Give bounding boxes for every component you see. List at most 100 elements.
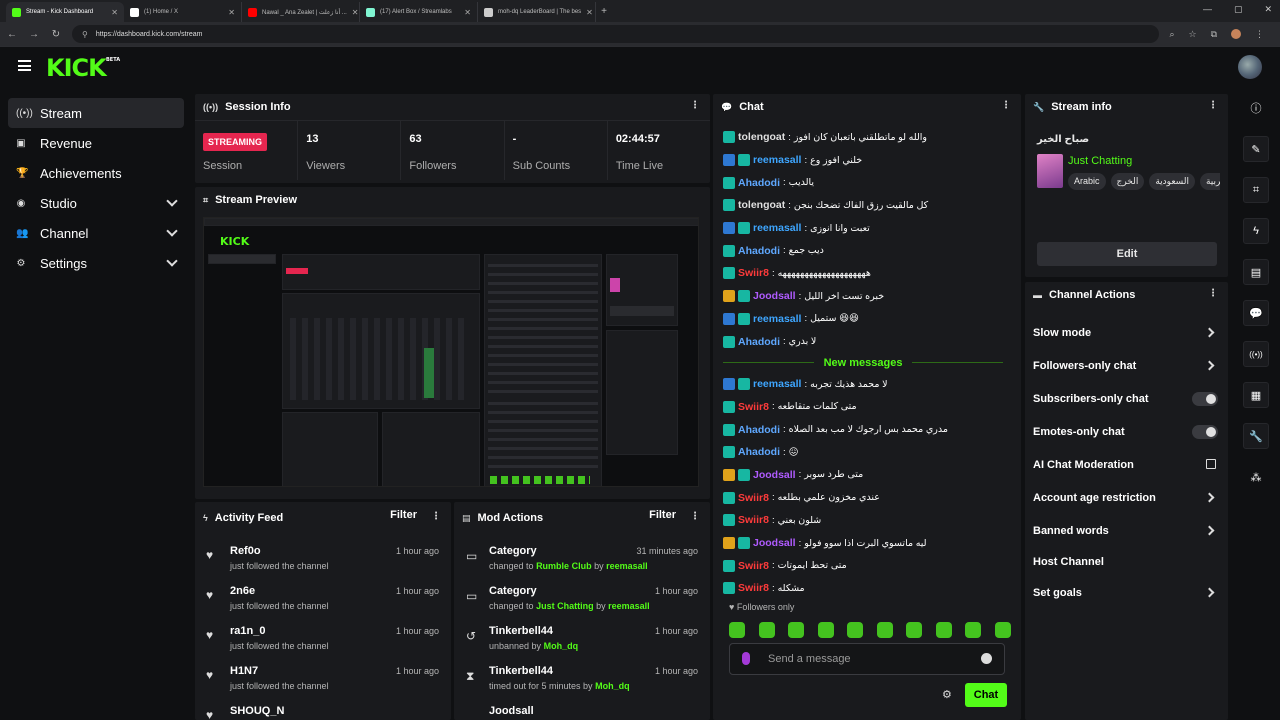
sidebar-item-channel[interactable]: 👥 Channel	[8, 218, 184, 248]
sidebar-item-achievements[interactable]: 🏆 Achievements	[8, 158, 184, 188]
emote-icon[interactable]	[994, 622, 1011, 638]
stream-tag[interactable]: الخرج	[1110, 173, 1145, 190]
emote-icon[interactable]	[906, 622, 922, 638]
sidebar-item-revenue[interactable]: ▣ Revenue	[8, 128, 184, 158]
chat-username[interactable]: tolengoat	[738, 199, 785, 211]
extensions-icon[interactable]: ⧉	[1211, 29, 1217, 40]
channel-action-followers-only-chat[interactable]: Followers-only chat	[1025, 349, 1228, 382]
chat-bubble-icon[interactable]: 💬	[1243, 300, 1269, 326]
chat-username[interactable]: Ahadodi	[738, 424, 780, 436]
lightning-icon[interactable]: ϟ	[1243, 218, 1269, 244]
more-options-icon[interactable]: ⋮	[1001, 101, 1011, 111]
kick-logo[interactable]: KICK BETA	[46, 54, 120, 82]
chat-username[interactable]: Swiir8	[738, 514, 769, 526]
browser-menu-icon[interactable]: ⋮	[1255, 29, 1264, 40]
more-options-icon[interactable]: ⋮	[690, 101, 700, 111]
chat-input[interactable]: Send a message	[729, 643, 1005, 675]
chevron-down-icon[interactable]	[166, 255, 178, 267]
channel-action-emotes-only-chat[interactable]: Emotes-only chat	[1025, 415, 1228, 448]
chat-username[interactable]: Joodsall	[753, 469, 796, 481]
more-options-icon[interactable]: ⋮	[690, 512, 700, 522]
chat-username[interactable]: Ahadodi	[738, 446, 780, 458]
channel-action-set-goals[interactable]: Set goals	[1025, 576, 1228, 609]
browser-tab[interactable]: Nawal _ Ana Zealet | أنا زعلت ... ✕	[242, 2, 360, 22]
chat-settings-icon[interactable]: ⚙	[942, 688, 952, 701]
wrench-icon[interactable]: 🔧	[1243, 423, 1269, 449]
emote-icon[interactable]	[788, 622, 804, 638]
mod-action-moderator[interactable]: reemasall	[608, 601, 650, 611]
channel-action-host-channel[interactable]: Host Channel	[1025, 547, 1228, 576]
browser-tab[interactable]: (17) Alert Box / Streamlabs ✕	[360, 2, 478, 22]
emote-icon[interactable]	[729, 622, 745, 638]
emote-icon[interactable]	[876, 622, 893, 638]
info-icon[interactable]: ⓘ	[1243, 95, 1269, 121]
chat-username[interactable]: tolengoat	[738, 131, 785, 143]
reload-icon[interactable]: ↻	[50, 29, 62, 40]
forward-icon[interactable]: →	[28, 29, 40, 40]
user-avatar[interactable]	[1238, 55, 1262, 79]
pencil-icon[interactable]: ✎	[1243, 136, 1269, 162]
activity-filter-button[interactable]: Filter	[390, 509, 417, 521]
channel-action-account-age-restriction[interactable]: Account age restriction	[1025, 481, 1228, 514]
mod-action-moderator[interactable]: Moh_dq	[595, 681, 630, 691]
more-options-icon[interactable]: ⋮	[1208, 101, 1218, 111]
chat-username[interactable]: Ahadodi	[738, 177, 780, 189]
layout-icon[interactable]: ▦	[1243, 382, 1269, 408]
emoji-icon[interactable]	[981, 653, 992, 664]
close-tab-icon[interactable]: ✕	[111, 8, 118, 17]
mod-filter-button[interactable]: Filter	[649, 509, 676, 521]
stream-tag[interactable]: Arabic	[1068, 173, 1106, 190]
category-name[interactable]: Just Chatting	[1068, 155, 1132, 167]
chat-username[interactable]: Swiir8	[738, 492, 769, 504]
chat-username[interactable]: reemasall	[753, 313, 801, 325]
stream-tag[interactable]: عربية	[1199, 173, 1220, 190]
chat-username[interactable]: Swiir8	[738, 582, 769, 594]
more-options-icon[interactable]: ⋮	[431, 512, 441, 522]
emote-icon[interactable]	[758, 622, 775, 638]
focus-icon[interactable]: ⌗	[1243, 177, 1269, 203]
chevron-down-icon[interactable]	[166, 225, 178, 237]
broadcast-icon[interactable]: ((•))	[1243, 341, 1269, 367]
profile-icon[interactable]	[1231, 28, 1241, 39]
chat-username[interactable]: Ahadodi	[738, 336, 780, 348]
channel-action-ai-chat-moderation[interactable]: AI Chat Moderation	[1025, 448, 1228, 481]
browser-tab[interactable]: (1) Home / X ✕	[124, 2, 242, 22]
apps-icon[interactable]: ⁂	[1243, 464, 1269, 490]
site-info-icon[interactable]: ⚲	[82, 30, 88, 39]
mod-action-category[interactable]: Just Chatting	[536, 601, 594, 611]
close-tab-icon[interactable]: ✕	[352, 8, 359, 17]
close-tab-icon[interactable]: ✕	[228, 8, 235, 17]
close-icon[interactable]: ✕	[1264, 4, 1272, 15]
more-options-icon[interactable]: ⋮	[1208, 289, 1218, 299]
bookmark-star-icon[interactable]: ☆	[1188, 29, 1196, 40]
chat-username[interactable]: Swiir8	[738, 267, 769, 279]
back-icon[interactable]: ←	[6, 29, 18, 40]
edit-stream-info-button[interactable]: Edit	[1037, 242, 1217, 266]
chat-username[interactable]: Joodsall	[753, 290, 796, 302]
close-tab-icon[interactable]: ✕	[464, 8, 471, 17]
notes-icon[interactable]: ▤	[1243, 259, 1269, 285]
chevron-down-icon[interactable]	[166, 195, 178, 207]
mod-action-category[interactable]: Rumble Club	[536, 561, 592, 571]
sidebar-item-stream[interactable]: ((•)) Stream	[8, 98, 184, 128]
browser-tab[interactable]: moh-dq LeaderBoard | The bes ✕	[478, 2, 596, 22]
stream-preview-video[interactable]: KICK	[203, 217, 699, 487]
emote-icon[interactable]	[965, 622, 981, 638]
channel-action-subscribers-only-chat[interactable]: Subscribers-only chat	[1025, 382, 1228, 415]
emote-icon[interactable]	[817, 622, 834, 638]
toggle-switch[interactable]	[1192, 425, 1218, 439]
close-tab-icon[interactable]: ✕	[586, 8, 593, 17]
url-bar[interactable]: ⚲ https://dashboard.kick.com/stream	[72, 25, 1160, 43]
chat-username[interactable]: Swiir8	[738, 560, 769, 572]
chat-username[interactable]: Swiir8	[738, 401, 769, 413]
hamburger-menu-icon[interactable]	[18, 60, 31, 71]
emote-icon[interactable]	[935, 622, 952, 638]
sidebar-item-studio[interactable]: ◉ Studio	[8, 188, 184, 218]
zoom-icon[interactable]: ⌕	[1169, 29, 1174, 40]
mic-icon[interactable]	[742, 652, 750, 665]
chat-username[interactable]: Ahadodi	[738, 245, 780, 257]
mod-action-target[interactable]: Joodsall	[489, 705, 710, 717]
send-chat-button[interactable]: Chat	[965, 683, 1007, 707]
new-tab-icon[interactable]: +	[596, 2, 612, 22]
mod-action-moderator[interactable]: Moh_dq	[544, 641, 579, 651]
